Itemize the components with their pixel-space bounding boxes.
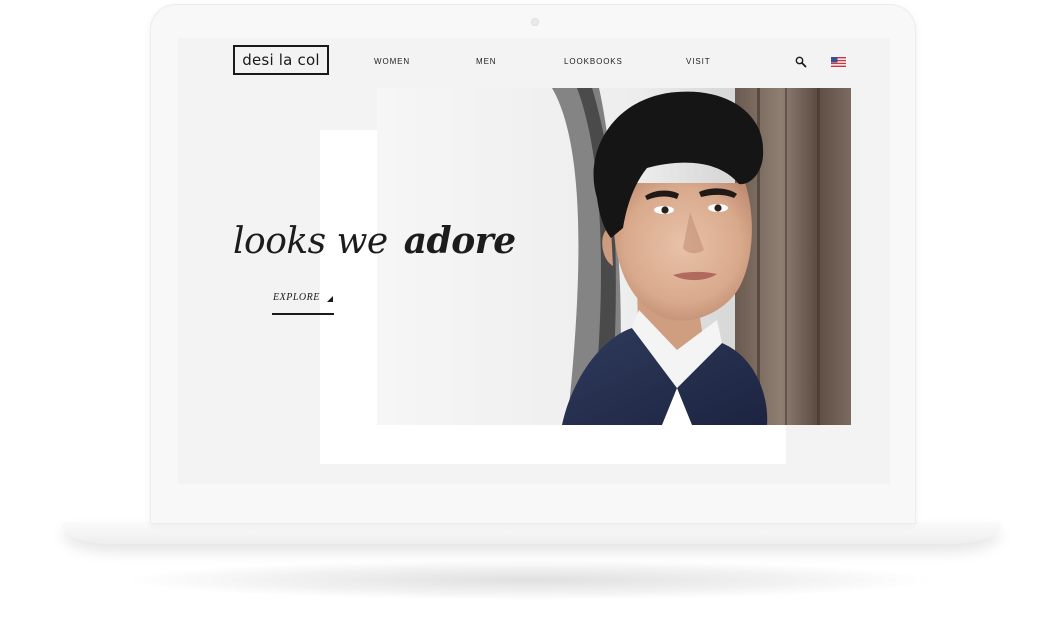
logo-text: desi la col: [242, 51, 320, 69]
nav-men[interactable]: MEN: [476, 57, 496, 66]
headline-bold: adore: [403, 220, 516, 262]
nav-women[interactable]: WOMEN: [374, 57, 410, 66]
hero-headline: looks we adore: [233, 220, 516, 262]
laptop-screen: desi la col WOMEN MEN LOOKBOOKS VISIT lo…: [178, 38, 890, 484]
corner-arrow-icon: [327, 296, 333, 302]
brand-logo[interactable]: desi la col: [233, 45, 329, 75]
laptop-lid: desi la col WOMEN MEN LOOKBOOKS VISIT lo…: [150, 4, 916, 524]
mockup-stage: desi la col WOMEN MEN LOOKBOOKS VISIT lo…: [0, 0, 1063, 641]
webcam: [531, 18, 539, 26]
nav-lookbooks[interactable]: LOOKBOOKS: [564, 57, 623, 66]
nav-visit[interactable]: VISIT: [686, 57, 711, 66]
laptop-base: [62, 522, 1001, 544]
search-icon[interactable]: [795, 56, 807, 68]
headline-light: looks we: [233, 221, 388, 262]
device-shadow: [120, 560, 940, 600]
us-flag-icon[interactable]: [831, 57, 846, 67]
explore-label: EXPLORE: [273, 292, 320, 303]
explore-link[interactable]: EXPLORE: [272, 289, 334, 315]
